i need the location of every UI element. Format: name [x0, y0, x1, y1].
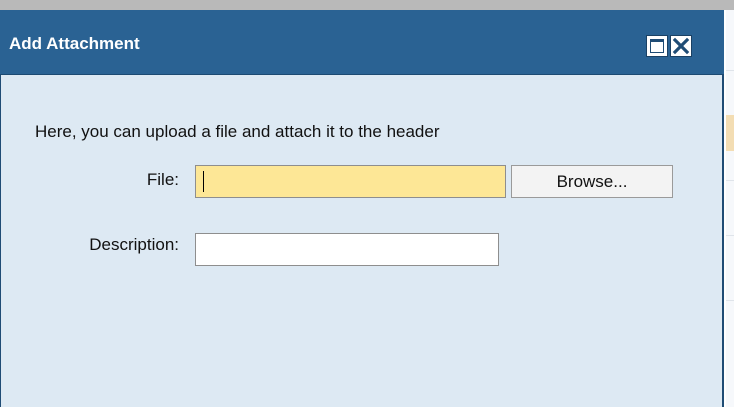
maximize-icon	[650, 39, 664, 53]
screen: Add Attachment Here, you can upload a fi…	[0, 0, 734, 407]
dialog-title: Add Attachment	[9, 34, 140, 53]
description-input[interactable]	[195, 233, 499, 266]
close-icon	[672, 37, 690, 55]
add-attachment-dialog: Add Attachment Here, you can upload a fi…	[0, 10, 724, 407]
dialog-titlebar[interactable]: Add Attachment	[0, 10, 724, 75]
intro-text: Here, you can upload a file and attach i…	[35, 122, 440, 141]
file-path-input[interactable]	[195, 165, 506, 198]
close-button[interactable]	[670, 35, 692, 57]
background-strip	[0, 0, 734, 10]
background-app-content	[726, 10, 734, 407]
text-cursor	[203, 171, 204, 192]
description-label: Description:	[89, 235, 179, 254]
dialog-body: Here, you can upload a file and attach i…	[1, 75, 722, 407]
maximize-button[interactable]	[646, 35, 668, 57]
browse-button[interactable]: Browse...	[511, 165, 673, 198]
file-label: File:	[146, 170, 179, 189]
